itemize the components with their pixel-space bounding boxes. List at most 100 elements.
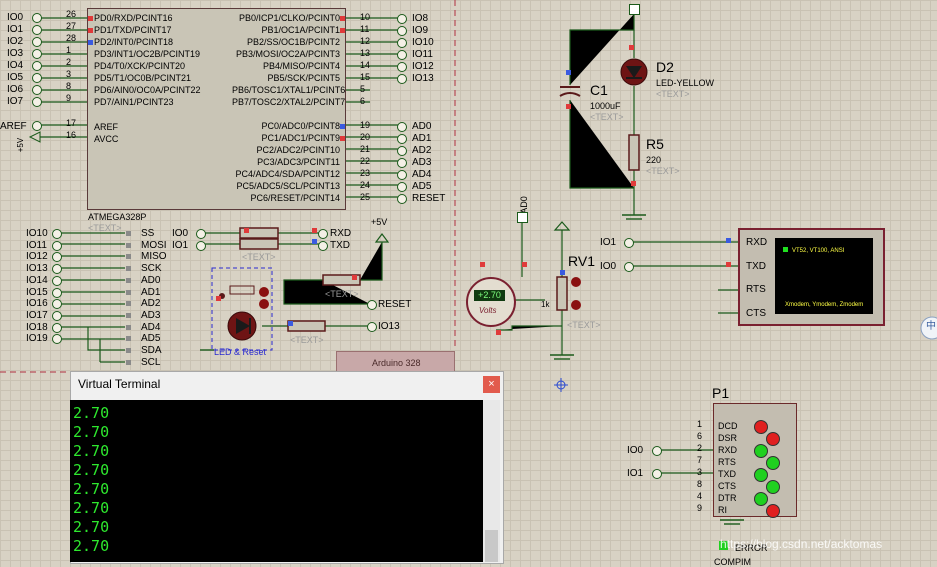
serial-left-terminal[interactable] xyxy=(196,240,206,251)
header-net-label: IO16 xyxy=(26,298,48,310)
left-net-label: IO5 xyxy=(7,72,24,83)
right-pin-name: PB7/TOSC2/XTAL2/PCINT7 xyxy=(232,97,346,107)
left-net-terminal[interactable] xyxy=(32,97,42,107)
voltmeter[interactable] xyxy=(466,277,516,327)
p1-pin-name: DSR xyxy=(718,433,738,443)
terminal-scroll-thumb[interactable] xyxy=(485,530,498,562)
pin-marker xyxy=(88,16,93,21)
right-net-terminal[interactable] xyxy=(397,50,407,60)
header-net-terminal[interactable] xyxy=(52,310,62,321)
left-net-terminal[interactable] xyxy=(32,73,42,83)
left-net-label: IO6 xyxy=(7,84,24,95)
pin-marker xyxy=(88,40,93,45)
p1-bottom-label: COMPIM xyxy=(714,557,751,567)
header-pin-label: SCK xyxy=(141,263,162,275)
header-net-terminal[interactable] xyxy=(52,322,62,333)
left-net-label: IO4 xyxy=(7,60,24,71)
right-net-terminal[interactable] xyxy=(397,146,407,156)
left-net-terminal[interactable] xyxy=(32,61,42,71)
right-pin-number: 14 xyxy=(360,60,371,70)
right-net-terminal[interactable] xyxy=(397,158,407,168)
pin-marker xyxy=(631,181,636,186)
right-pin-name: PC3/ADC3/PCINT11 xyxy=(257,157,340,167)
aref-pin-name: AREF xyxy=(94,122,119,132)
right-net-terminal[interactable] xyxy=(397,14,407,24)
right-pin-number: 20 xyxy=(360,132,371,142)
right-net-terminal[interactable] xyxy=(397,194,407,204)
pin-marker xyxy=(726,238,731,243)
right-net-terminal[interactable] xyxy=(397,182,407,192)
aref-pin-number: 16 xyxy=(66,130,77,140)
io13-net-label: IO13 xyxy=(378,321,400,332)
right-net-terminal[interactable] xyxy=(397,62,407,72)
p1-io1-terminal[interactable] xyxy=(652,469,662,479)
ad0-terminal[interactable] xyxy=(517,212,528,223)
right-net-terminal[interactable] xyxy=(397,134,407,144)
right-net-label: IO10 xyxy=(412,37,434,48)
c1-text-tag: <TEXT> xyxy=(590,112,624,122)
left-pin-name: PD0/RXD/PCINT16 xyxy=(94,13,173,23)
serial-right-net: TXD xyxy=(330,239,350,251)
right-net-terminal[interactable] xyxy=(397,122,407,132)
p1-status-led xyxy=(754,492,768,506)
aref-terminal[interactable] xyxy=(32,121,42,131)
p1-status-led xyxy=(766,480,780,494)
left-net-terminal[interactable] xyxy=(32,49,42,59)
pin-marker xyxy=(288,321,293,326)
right-pin-number: 5 xyxy=(360,84,366,94)
right-pin-name: PB0/ICP1/CLKO/PCINT0 xyxy=(238,13,340,23)
right-net-label: IO9 xyxy=(412,25,429,36)
right-net-terminal[interactable] xyxy=(397,26,407,36)
r5-ref: R5 xyxy=(646,136,664,152)
header-net-label: IO12 xyxy=(26,251,48,263)
c1-top-terminal[interactable] xyxy=(629,4,640,15)
right-net-terminal[interactable] xyxy=(397,38,407,48)
left-net-terminal[interactable] xyxy=(32,37,42,47)
header-pin-marker xyxy=(126,254,131,260)
header-net-terminal[interactable] xyxy=(52,287,62,298)
rv1-ref: RV1 xyxy=(568,253,595,269)
serial-left-terminal[interactable] xyxy=(196,229,206,239)
reset-terminal[interactable] xyxy=(367,300,377,310)
right-net-label: AD5 xyxy=(412,181,432,192)
vt-pin-txd: TXD xyxy=(746,261,766,272)
left-net-terminal[interactable] xyxy=(32,85,42,95)
left-net-terminal[interactable] xyxy=(32,13,42,23)
header-pin-marker xyxy=(126,277,131,283)
left-pin-number: 1 xyxy=(66,45,72,55)
left-pin-name: PD5/T1/OC0B/PCINT21 xyxy=(94,73,192,83)
right-net-terminal[interactable] xyxy=(397,74,407,84)
voltmeter-unit: Volts xyxy=(479,306,497,315)
vt-io1-terminal[interactable] xyxy=(624,238,634,248)
d2-text-tag: <TEXT> xyxy=(656,89,690,99)
p1-net-io1: IO1 xyxy=(627,468,644,479)
serial-right-terminal[interactable] xyxy=(318,229,328,239)
right-pin-name: PB5/SCK/PCINT5 xyxy=(267,73,340,83)
terminal-output-area[interactable] xyxy=(70,400,484,562)
right-net-label: IO8 xyxy=(412,13,429,24)
header-net-terminal[interactable] xyxy=(52,275,62,286)
pin-marker xyxy=(480,262,485,267)
header-pin-label: AD5 xyxy=(141,333,161,345)
right-net-terminal[interactable] xyxy=(397,170,407,180)
header-pin-label: AD1 xyxy=(141,286,161,298)
header-net-terminal[interactable] xyxy=(52,229,62,239)
p1-pin-number: 9 xyxy=(697,503,703,513)
right-net-label: AD3 xyxy=(412,157,432,168)
left-pin-number: 3 xyxy=(66,69,72,79)
header-net-terminal[interactable] xyxy=(52,240,62,251)
vt-io0-terminal[interactable] xyxy=(624,262,634,272)
close-button[interactable]: × xyxy=(483,376,500,393)
io13-terminal[interactable] xyxy=(367,322,377,332)
chip-text-tag: <TEXT> xyxy=(88,223,122,233)
p1-pin-name: CTS xyxy=(718,481,736,491)
right-pin-number: 24 xyxy=(360,180,371,190)
serial-right-terminal[interactable] xyxy=(318,240,328,251)
side-input-icon[interactable]: 中 xyxy=(926,322,936,332)
right-pin-name: PC1/ADC1/PCINT9 xyxy=(261,133,340,143)
p1-io0-terminal[interactable] xyxy=(652,446,662,456)
p1-pin-number: 2 xyxy=(697,443,703,453)
terminal-line: 2.70 xyxy=(73,461,110,479)
left-net-terminal[interactable] xyxy=(32,25,42,35)
p1-pin-name: RI xyxy=(718,505,727,515)
